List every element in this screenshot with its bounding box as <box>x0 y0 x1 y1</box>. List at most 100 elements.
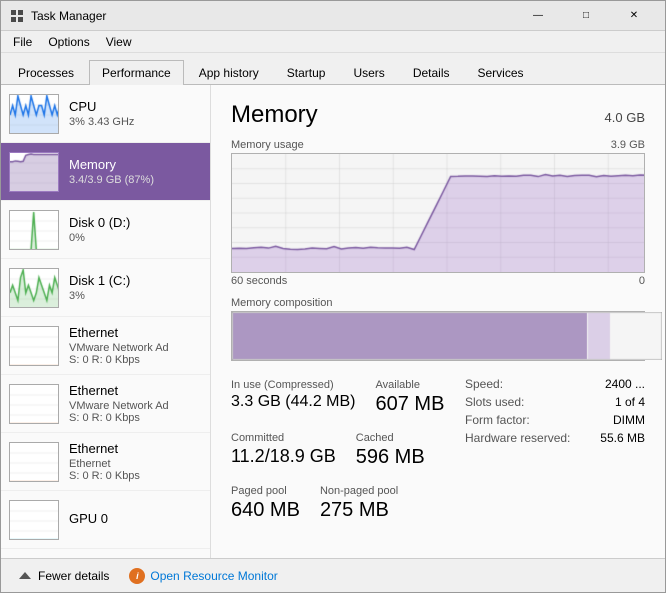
sidebar-item-gpu[interactable]: GPU 0 <box>1 491 210 549</box>
time-start: 60 seconds <box>231 275 287 287</box>
stat-available: Available 607 MB <box>376 375 445 420</box>
composition-label: Memory composition <box>231 297 645 309</box>
bottom-bar: Fewer details i Open Resource Monitor <box>1 558 665 592</box>
maximize-button[interactable]: □ <box>563 1 609 31</box>
sidebar-item-disk0[interactable]: Disk 0 (D:) 0% <box>1 201 210 259</box>
memory-title: Memory <box>231 101 318 129</box>
eth3-info: Ethernet Ethernet S: 0 R: 0 Kbps <box>69 441 202 482</box>
in-use-value: 3.3 GB (44.2 MB) <box>231 393 356 411</box>
chart-max-label: 3.9 GB <box>611 139 645 151</box>
tab-users[interactable]: Users <box>340 60 397 85</box>
sidebar-item-memory[interactable]: Memory 3.4/3.9 GB (87%) <box>1 143 210 201</box>
sidebar-item-eth2[interactable]: Ethernet VMware Network Ad S: 0 R: 0 Kbp… <box>1 375 210 433</box>
tab-details[interactable]: Details <box>400 60 463 85</box>
paged-value: 640 MB <box>231 499 300 522</box>
time-end: 0 <box>639 275 645 287</box>
hardware-val: 55.6 MB <box>600 431 645 445</box>
tabs-bar: Processes Performance App history Startu… <box>1 53 665 85</box>
cached-label: Cached <box>356 432 425 444</box>
slots-val: 1 of 4 <box>615 395 645 409</box>
composition-label-text: Memory composition <box>231 297 332 309</box>
sidebar-item-disk1[interactable]: Disk 1 (C:) 3% <box>1 259 210 317</box>
sidebar-item-cpu[interactable]: CPU 3% 3.43 GHz <box>1 85 210 143</box>
disk1-info: Disk 1 (C:) 3% <box>69 273 202 302</box>
eth1-thumbnail <box>9 326 59 366</box>
tab-app-history[interactable]: App history <box>186 60 272 85</box>
cpu-thumbnail <box>9 94 59 134</box>
stat-cached: Cached 596 MB <box>356 428 425 473</box>
gpu-name: GPU 0 <box>69 511 202 526</box>
in-use-label: In use (Compressed) <box>231 379 356 391</box>
speed-key: Speed: <box>465 377 503 391</box>
stat-non-paged: Non-paged pool 275 MB <box>320 481 398 526</box>
stats-area: In use (Compressed) 3.3 GB (44.2 MB) Ava… <box>231 375 645 526</box>
menu-options[interactable]: Options <box>40 33 97 51</box>
menu-bar: File Options View <box>1 31 665 53</box>
disk1-secondary: 3% <box>69 290 202 302</box>
title-bar: Task Manager — □ ✕ <box>1 1 665 31</box>
window-controls: — □ ✕ <box>515 1 657 31</box>
left-stats: In use (Compressed) 3.3 GB (44.2 MB) Ava… <box>231 375 449 526</box>
tab-services[interactable]: Services <box>465 60 537 85</box>
committed-value: 11.2/18.9 GB <box>231 446 336 467</box>
disk0-thumbnail <box>9 210 59 250</box>
form-row: Form factor: DIMM <box>465 413 645 427</box>
disk0-info: Disk 0 (D:) 0% <box>69 215 202 244</box>
eth3-secondary: Ethernet S: 0 R: 0 Kbps <box>69 458 202 482</box>
open-resource-monitor-button[interactable]: i Open Resource Monitor <box>129 568 277 584</box>
window-icon <box>9 8 25 24</box>
speed-val: 2400 ... <box>605 377 645 391</box>
stats-row-3: Paged pool 640 MB Non-paged pool 275 MB <box>231 481 449 526</box>
disk1-name: Disk 1 (C:) <box>69 273 202 288</box>
memory-name: Memory <box>69 157 202 172</box>
tab-performance[interactable]: Performance <box>89 60 184 85</box>
cached-value: 596 MB <box>356 446 425 469</box>
cpu-info: CPU 3% 3.43 GHz <box>69 99 202 128</box>
right-stats: Speed: 2400 ... Slots used: 1 of 4 Form … <box>465 375 645 526</box>
eth1-name: Ethernet <box>69 325 202 340</box>
disk1-thumbnail <box>9 268 59 308</box>
gpu-info: GPU 0 <box>69 511 202 528</box>
eth3-name: Ethernet <box>69 441 202 456</box>
slots-row: Slots used: 1 of 4 <box>465 395 645 409</box>
eth1-info: Ethernet VMware Network Ad S: 0 R: 0 Kbp… <box>69 325 202 366</box>
main-content: CPU 3% 3.43 GHz Memory 3.4/3.9 GB (87%) <box>1 85 665 558</box>
eth2-secondary: VMware Network Ad S: 0 R: 0 Kbps <box>69 400 202 424</box>
menu-view[interactable]: View <box>98 33 140 51</box>
stat-in-use: In use (Compressed) 3.3 GB (44.2 MB) <box>231 375 356 420</box>
memory-thumbnail <box>9 152 59 192</box>
paged-label: Paged pool <box>231 485 300 497</box>
close-button[interactable]: ✕ <box>611 1 657 31</box>
chart-label-text: Memory usage <box>231 139 304 151</box>
window-title: Task Manager <box>31 9 515 23</box>
chart-label: Memory usage 3.9 GB <box>231 139 645 151</box>
memory-header: Memory 4.0 GB <box>231 101 645 129</box>
right-panel: Memory 4.0 GB Memory usage 3.9 GB 60 sec… <box>211 85 665 558</box>
memory-total: 4.0 GB <box>605 110 645 125</box>
hardware-key: Hardware reserved: <box>465 431 570 445</box>
cpu-secondary: 3% 3.43 GHz <box>69 116 202 128</box>
available-value: 607 MB <box>376 393 445 416</box>
memory-secondary: 3.4/3.9 GB (87%) <box>69 174 202 186</box>
available-label: Available <box>376 379 445 391</box>
form-key: Form factor: <box>465 413 530 427</box>
speed-row: Speed: 2400 ... <box>465 377 645 391</box>
stat-committed: Committed 11.2/18.9 GB <box>231 428 336 473</box>
memory-usage-chart-container: Memory usage 3.9 GB 60 seconds 0 <box>231 139 645 287</box>
memory-composition-container: Memory composition <box>231 297 645 361</box>
composition-chart <box>231 311 645 361</box>
chevron-up-icon <box>17 568 33 584</box>
minimize-button[interactable]: — <box>515 1 561 31</box>
menu-file[interactable]: File <box>5 33 40 51</box>
stats-row-2: Committed 11.2/18.9 GB Cached 596 MB <box>231 428 449 473</box>
fewer-details-button[interactable]: Fewer details <box>13 566 113 586</box>
sidebar-item-eth3[interactable]: Ethernet Ethernet S: 0 R: 0 Kbps <box>1 433 210 491</box>
non-paged-value: 275 MB <box>320 499 398 522</box>
tab-startup[interactable]: Startup <box>274 60 339 85</box>
chart-time: 60 seconds 0 <box>231 275 645 287</box>
non-paged-label: Non-paged pool <box>320 485 398 497</box>
tab-processes[interactable]: Processes <box>5 60 87 85</box>
sidebar-item-eth1[interactable]: Ethernet VMware Network Ad S: 0 R: 0 Kbp… <box>1 317 210 375</box>
open-monitor-label: Open Resource Monitor <box>150 569 277 583</box>
form-val: DIMM <box>613 413 645 427</box>
